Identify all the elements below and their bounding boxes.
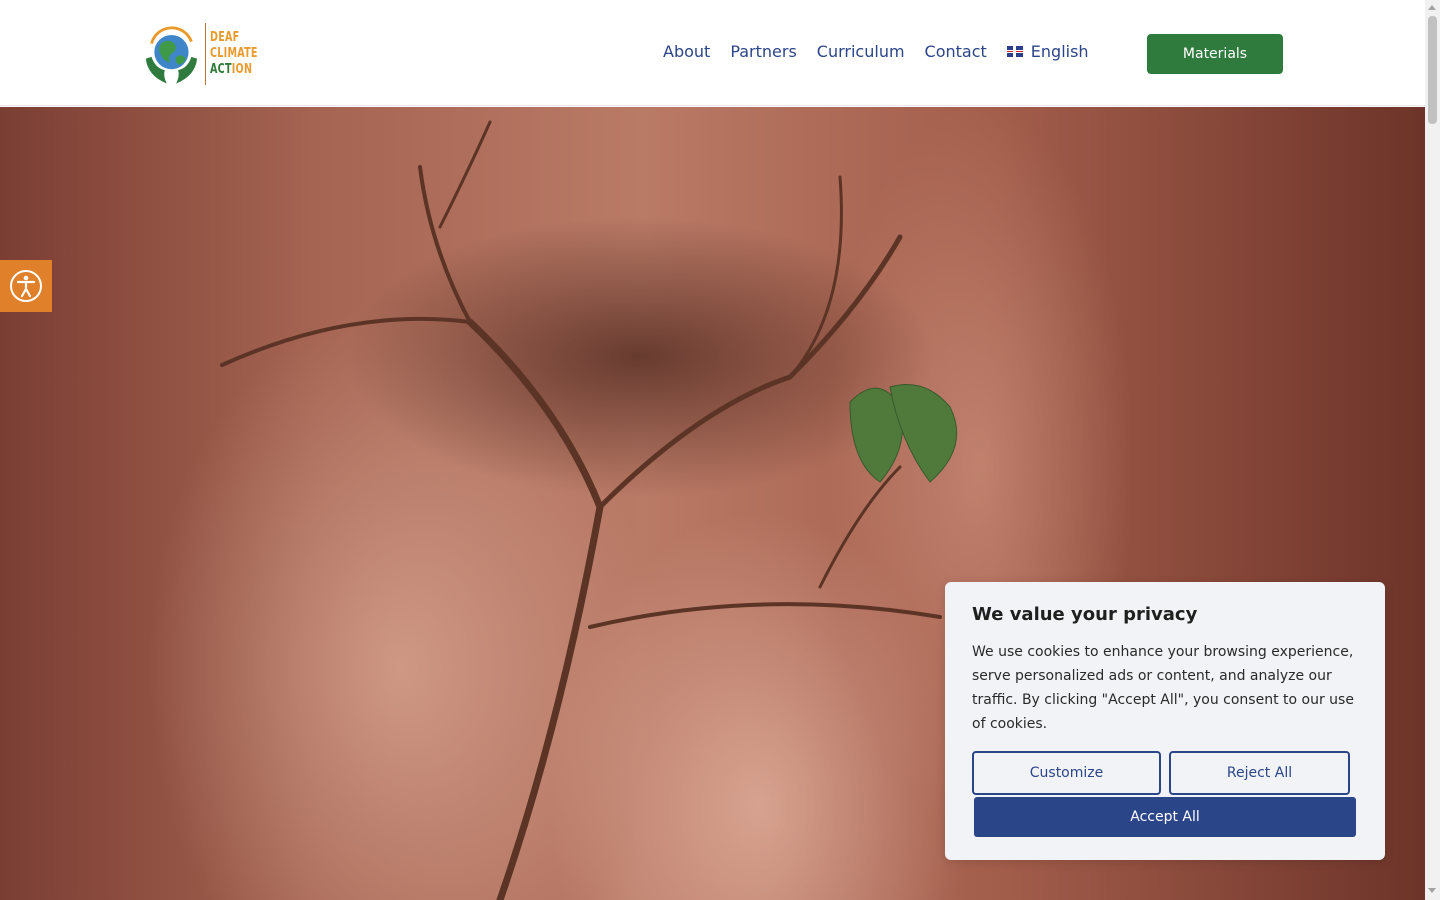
main-nav: About Partners Curriculum Contact Englis… <box>663 42 1089 61</box>
language-switcher[interactable]: English <box>1006 42 1089 61</box>
logo-wordmark: DEAF CLIMATE ACTION <box>210 30 258 78</box>
uk-flag-icon <box>1006 46 1023 57</box>
page-scrollbar[interactable] <box>1425 0 1440 900</box>
cookie-title: We value your privacy <box>972 604 1198 625</box>
nav-about[interactable]: About <box>663 42 710 61</box>
logo-line-3-orange: ION <box>231 62 253 77</box>
site-header: DEAF CLIMATE ACTION About Partners Curri… <box>0 0 1425 106</box>
materials-button[interactable]: Materials <box>1147 34 1283 74</box>
nav-contact[interactable]: Contact <box>925 42 987 61</box>
customize-button[interactable]: Customize <box>972 751 1161 795</box>
site-logo[interactable]: DEAF CLIMATE ACTION <box>142 18 268 90</box>
scroll-up-arrow-icon[interactable] <box>1428 5 1436 10</box>
nav-curriculum[interactable]: Curriculum <box>817 42 905 61</box>
logo-line-3-green: ACT <box>209 62 232 77</box>
language-label: English <box>1030 42 1089 61</box>
logo-line-2: CLIMATE <box>209 46 258 61</box>
nav-partners[interactable]: Partners <box>730 42 796 61</box>
logo-divider <box>204 23 206 85</box>
scroll-down-arrow-icon[interactable] <box>1428 888 1436 893</box>
globe-hands-icon <box>145 26 198 84</box>
cookie-text: We use cookies to enhance your browsing … <box>972 644 1354 732</box>
reject-all-button[interactable]: Reject All <box>1169 751 1350 795</box>
accessibility-button[interactable] <box>0 260 52 312</box>
logo-line-1: DEAF <box>209 30 240 45</box>
accessibility-icon <box>10 270 42 302</box>
cookie-consent-banner: We value your privacy We use cookies to … <box>945 582 1385 860</box>
accept-all-button[interactable]: Accept All <box>974 797 1356 837</box>
scroll-thumb[interactable] <box>1428 16 1437 124</box>
